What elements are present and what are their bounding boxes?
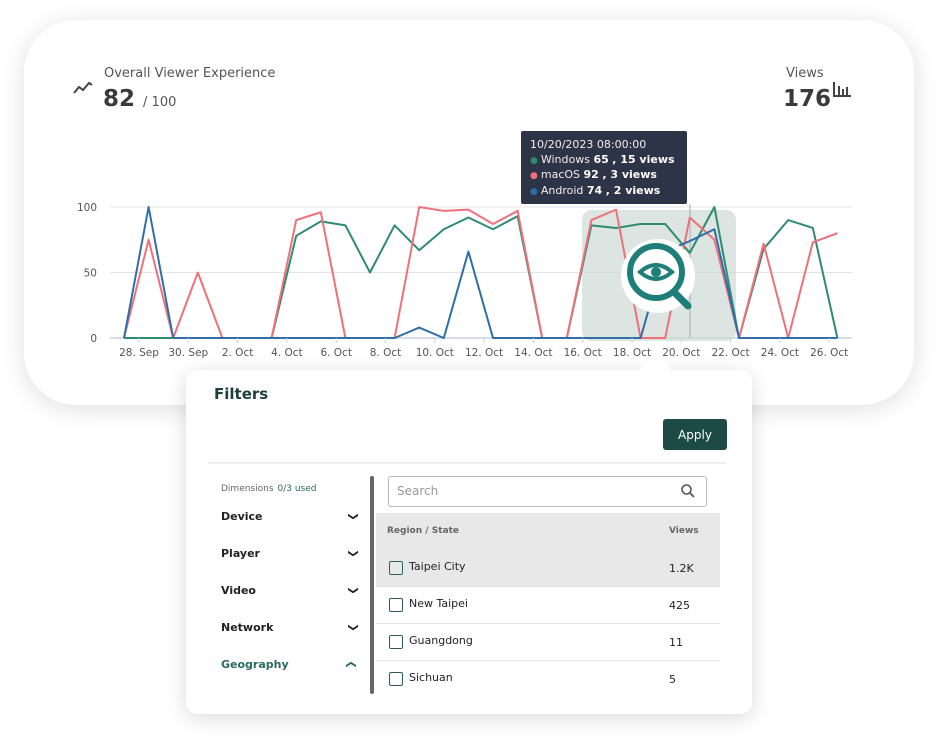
region-views: 425 bbox=[669, 599, 690, 612]
filters-panel: Filters Apply Dimensions 0/3 used Device ❯… bbox=[186, 370, 752, 714]
chevron-down-icon: ❯ bbox=[347, 586, 359, 595]
y-tick-label: 100 bbox=[77, 202, 97, 214]
table-row[interactable]: New Taipei 425 bbox=[376, 587, 720, 624]
dimension-network[interactable]: Network ❯ bbox=[221, 621, 359, 634]
x-tick-label: 24. Oct bbox=[761, 347, 799, 359]
tooltip-title: 10/20/2023 08:00:00 bbox=[530, 138, 647, 151]
tooltip-value: 92 bbox=[583, 168, 599, 181]
region-name: Guangdong bbox=[409, 634, 473, 647]
checkbox[interactable] bbox=[389, 561, 403, 575]
search-input[interactable]: Search bbox=[388, 476, 707, 507]
x-tick-label: 6. Oct bbox=[320, 347, 352, 359]
table-row[interactable]: Guangdong 11 bbox=[376, 624, 720, 661]
region-name: Taipei City bbox=[409, 560, 466, 573]
tooltip-series: Windows bbox=[540, 152, 590, 166]
chevron-up-icon: ❯ bbox=[345, 660, 357, 669]
tooltip-views: , 3 views bbox=[602, 168, 657, 181]
x-tick-label: 14. Oct bbox=[514, 347, 552, 359]
tooltip-series: Android bbox=[540, 183, 584, 197]
x-tick-label: 16. Oct bbox=[564, 347, 602, 359]
table-row[interactable]: Sichuan 5 bbox=[376, 661, 720, 698]
dimension-video[interactable]: Video ❯ bbox=[221, 584, 359, 597]
tooltip-value: 74 bbox=[586, 183, 603, 197]
region-name: Sichuan bbox=[409, 671, 453, 684]
column-region: Region / State bbox=[387, 526, 459, 536]
x-tick-label: 12. Oct bbox=[465, 347, 503, 359]
x-tick-label: 8. Oct bbox=[370, 347, 402, 359]
dimensions-used: 0/3 used bbox=[277, 484, 317, 494]
dimension-geography[interactable]: Geography ❯ bbox=[221, 658, 356, 671]
column-views: Views bbox=[669, 526, 699, 536]
tooltip-views: , 15 views bbox=[612, 152, 675, 166]
checkbox[interactable] bbox=[389, 598, 403, 612]
x-tick-label: 22. Oct bbox=[711, 347, 749, 359]
checkbox[interactable] bbox=[389, 672, 403, 686]
x-tick-label: 28. Sep bbox=[119, 347, 159, 359]
region-views: 1.2K bbox=[669, 562, 694, 575]
x-tick-label: 26. Oct bbox=[810, 347, 848, 359]
tooltip-value: 65 bbox=[593, 152, 609, 166]
table-row[interactable]: Taipei City 1.2K bbox=[376, 550, 720, 587]
dimension-label: Device bbox=[221, 510, 263, 523]
x-tick-label: 2. Oct bbox=[222, 347, 254, 359]
magnifier-eye-icon[interactable] bbox=[621, 239, 695, 313]
dimension-label: Network bbox=[221, 621, 274, 634]
dimension-device[interactable]: Device ❯ bbox=[221, 510, 359, 523]
y-tick-label: 0 bbox=[90, 333, 97, 345]
dimensions-text: Dimensions bbox=[221, 484, 274, 494]
dimension-player[interactable]: Player ❯ bbox=[221, 547, 359, 560]
x-tick-label: 30. Sep bbox=[168, 347, 208, 359]
tooltip-series: macOS bbox=[540, 168, 581, 181]
x-tick-label: 4. Oct bbox=[271, 347, 303, 359]
x-tick-label: 10. Oct bbox=[416, 347, 454, 359]
tooltip-views: , 2 views bbox=[605, 183, 661, 197]
y-tick-label: 50 bbox=[84, 268, 97, 280]
checkbox[interactable] bbox=[389, 635, 403, 649]
tooltip-row-macos: ● macOS 92 , 3 views bbox=[530, 168, 657, 181]
line-chart: 0 50 100 28. Sep 30. Sep 2. Oct 4. Oct 6. Oct 8… bbox=[77, 202, 852, 359]
filters-title: Filters bbox=[214, 385, 269, 403]
chevron-down-icon: ❯ bbox=[347, 549, 359, 558]
chevron-down-icon: ❯ bbox=[347, 623, 359, 632]
search-placeholder: Search bbox=[397, 484, 439, 498]
panel-caret bbox=[637, 352, 673, 372]
tooltip-row-android: ● Android 74 , 2 views bbox=[530, 183, 661, 197]
region-views: 5 bbox=[669, 673, 676, 686]
dimensions-label: Dimensions 0/3 used bbox=[221, 484, 317, 494]
scrollbar[interactable] bbox=[370, 476, 374, 694]
chart-tooltip: 10/20/2023 08:00:00 ● Windows 65 , 15 vie… bbox=[521, 131, 687, 204]
tooltip-row-windows: ● Windows 65 , 15 views bbox=[530, 152, 675, 166]
dimension-label: Player bbox=[221, 547, 260, 560]
dimension-label: Geography bbox=[221, 658, 289, 671]
region-name: New Taipei bbox=[409, 597, 468, 610]
table-header: Region / State Views bbox=[376, 513, 720, 550]
apply-button[interactable]: Apply bbox=[663, 419, 727, 450]
region-views: 11 bbox=[669, 636, 683, 649]
divider bbox=[208, 462, 726, 464]
chevron-down-icon: ❯ bbox=[347, 512, 359, 521]
dimension-label: Video bbox=[221, 584, 256, 597]
search-icon[interactable] bbox=[680, 483, 696, 499]
